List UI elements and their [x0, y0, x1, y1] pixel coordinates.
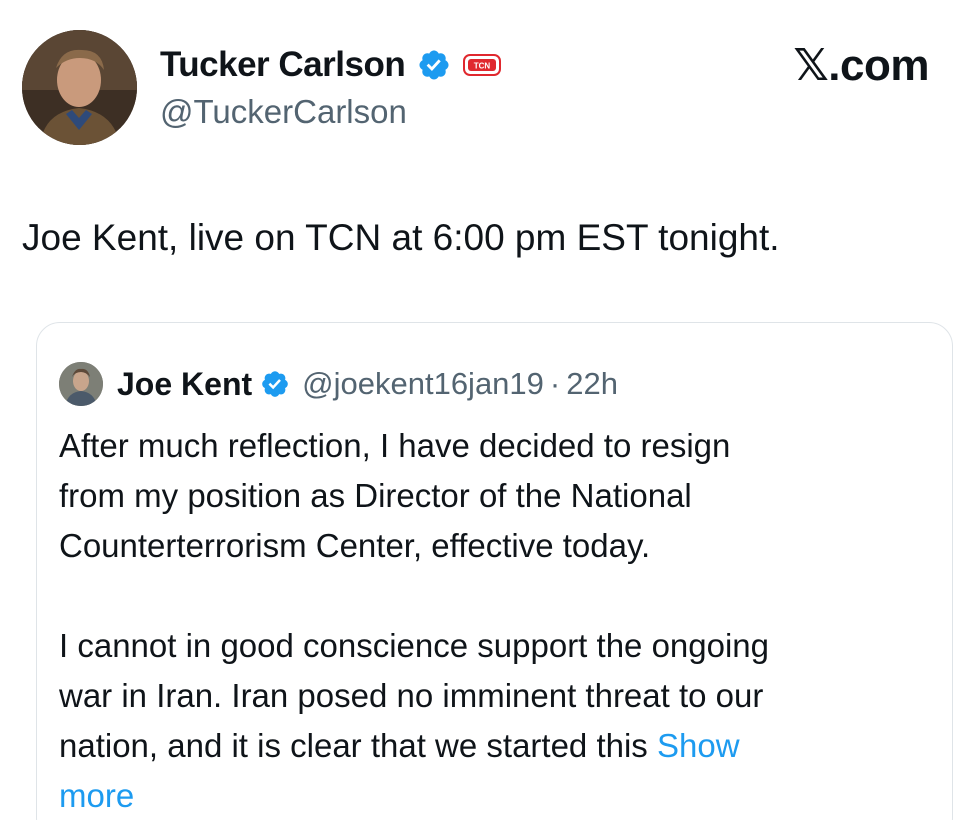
quoted-author-avatar[interactable]	[59, 362, 103, 406]
quoted-post-card[interactable]: Joe Kent @joekent16jan19 · 22h After muc…	[36, 322, 953, 820]
svg-text:TCN: TCN	[474, 62, 491, 71]
quoted-post-text: After much reflection, I have decided to…	[59, 421, 939, 820]
quoted-author-handle[interactable]: @joekent16jan19	[302, 366, 544, 402]
post-text: Joe Kent, live on TCN at 6:00 pm EST ton…	[22, 217, 780, 258]
quoted-text-line: from my position as Director of the Nati…	[59, 477, 692, 514]
quoted-post-header: Joe Kent @joekent16jan19 · 22h	[59, 361, 618, 407]
author-avatar[interactable]	[22, 30, 137, 145]
tcn-badge-icon[interactable]: TCN	[463, 53, 502, 77]
author-handle[interactable]: @TuckerCarlson	[160, 93, 407, 131]
show-more-line: more	[59, 771, 939, 820]
site-label: 𝕏.com	[793, 41, 929, 90]
quoted-separator-dot: ·	[549, 366, 561, 401]
quoted-verified-check-icon	[262, 371, 288, 397]
quoted-text-line: I cannot in good conscience support the …	[59, 627, 770, 664]
quoted-text-line: Counterterrorism Center, effective today…	[59, 527, 651, 564]
quoted-text-line: war in Iran. Iran posed no imminent thre…	[59, 677, 764, 714]
author-name[interactable]: Tucker Carlson	[160, 45, 406, 85]
quoted-author-avatar-image	[59, 362, 103, 406]
quoted-text-line-with-link: nation, and it is clear that we started …	[59, 721, 939, 771]
quoted-author-name[interactable]: Joe Kent	[117, 366, 252, 403]
author-avatar-image	[22, 30, 137, 145]
verified-check-icon	[419, 50, 449, 80]
quoted-text-line: nation, and it is clear that we started …	[59, 727, 657, 764]
quoted-text-line: After much reflection, I have decided to…	[59, 427, 731, 464]
show-more-link-continued[interactable]: more	[59, 777, 134, 814]
author-name-row: Tucker Carlson TCN	[160, 40, 502, 90]
show-more-link[interactable]: Show	[657, 727, 740, 764]
quoted-post-time[interactable]: 22h	[566, 366, 618, 402]
